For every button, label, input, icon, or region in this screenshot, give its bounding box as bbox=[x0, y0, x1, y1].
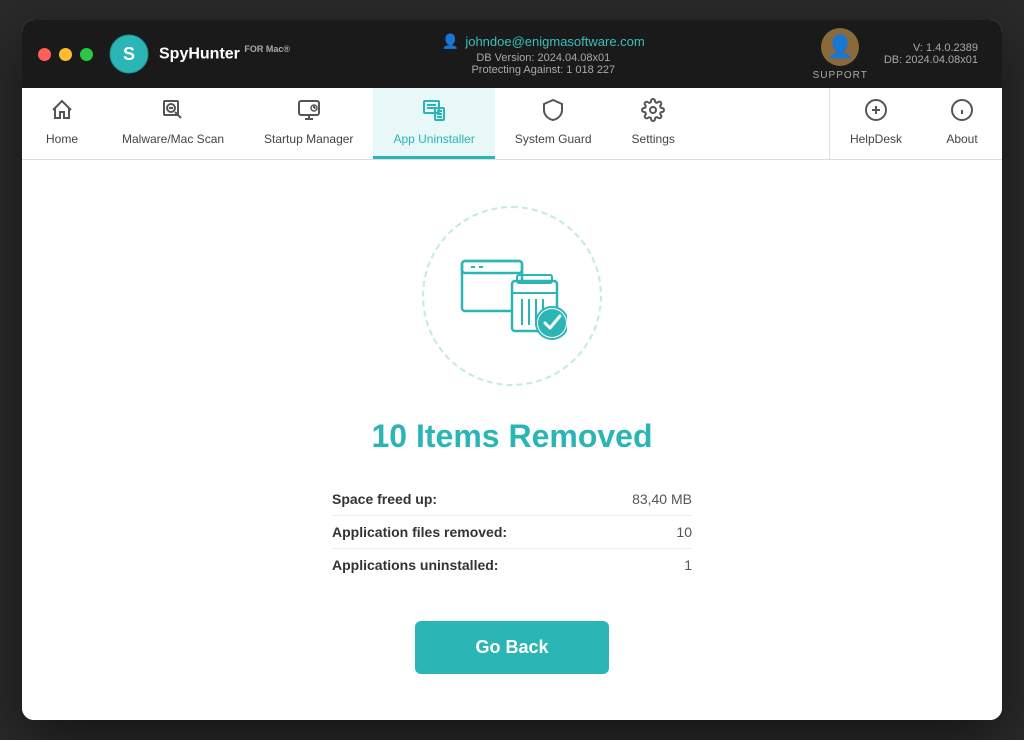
svg-text:S: S bbox=[123, 44, 135, 64]
stat-row-space: Space freed up: 83,40 MB bbox=[332, 483, 692, 516]
close-button[interactable] bbox=[38, 48, 51, 61]
nav-helpdesk-label: HelpDesk bbox=[850, 132, 902, 146]
scan-icon bbox=[161, 98, 185, 128]
nav-settings-label: Settings bbox=[632, 132, 675, 146]
db-info: DB Version: 2024.04.08x01 Protecting Aga… bbox=[471, 52, 615, 76]
nav-about-label: About bbox=[946, 132, 977, 146]
result-title: 10 Items Removed bbox=[371, 418, 652, 455]
settings-icon bbox=[641, 98, 665, 128]
stat-label-space: Space freed up: bbox=[332, 491, 437, 507]
navbar: Home Malware/Mac Scan bbox=[22, 88, 1002, 160]
version-info: V: 1.4.0.2389 DB: 2024.04.08x01 bbox=[884, 42, 986, 66]
minimize-button[interactable] bbox=[59, 48, 72, 61]
result-illustration bbox=[457, 251, 567, 341]
support-area[interactable]: 👤 SUPPORT bbox=[797, 28, 884, 81]
stat-row-files: Application files removed: 10 bbox=[332, 516, 692, 549]
nav-spacer bbox=[695, 88, 829, 159]
nav-app-uninstaller[interactable]: App Uninstaller bbox=[373, 88, 494, 159]
nav-startup-label: Startup Manager bbox=[264, 132, 353, 146]
logo-area: S SpyHunter FOR Mac® bbox=[109, 34, 290, 74]
nav-right: HelpDesk About bbox=[829, 88, 1002, 159]
logo-name: SpyHunter FOR Mac® bbox=[159, 44, 290, 63]
stat-label-files: Application files removed: bbox=[332, 524, 507, 540]
user-info: 👤 johndoe@enigmasoftware.com bbox=[442, 33, 645, 50]
stat-label-apps: Applications uninstalled: bbox=[332, 557, 498, 573]
titlebar: S SpyHunter FOR Mac® 👤 johndoe@enigmasof… bbox=[22, 20, 1002, 88]
nav-settings[interactable]: Settings bbox=[612, 88, 695, 159]
stat-value-apps: 1 bbox=[684, 557, 692, 573]
nav-about[interactable]: About bbox=[922, 88, 1002, 159]
nav-startup-manager[interactable]: Startup Manager bbox=[244, 88, 373, 159]
titlebar-center: 👤 johndoe@enigmasoftware.com DB Version:… bbox=[290, 33, 797, 76]
user-email: johndoe@enigmasoftware.com bbox=[465, 34, 644, 49]
nav-appuninstaller-label: App Uninstaller bbox=[393, 132, 474, 146]
support-label: SUPPORT bbox=[813, 70, 868, 81]
about-icon bbox=[950, 98, 974, 128]
nav-system-guard[interactable]: System Guard bbox=[495, 88, 612, 159]
nav-systemguard-label: System Guard bbox=[515, 132, 592, 146]
logo-icon: S bbox=[109, 34, 149, 74]
nav-home[interactable]: Home bbox=[22, 88, 102, 159]
uninstaller-icon bbox=[422, 98, 446, 128]
support-icon: 👤 bbox=[821, 28, 859, 66]
maximize-button[interactable] bbox=[80, 48, 93, 61]
startup-icon bbox=[297, 98, 321, 128]
stat-value-files: 10 bbox=[676, 524, 692, 540]
nav-helpdesk[interactable]: HelpDesk bbox=[830, 88, 922, 159]
user-icon: 👤 bbox=[442, 33, 459, 50]
app-window: S SpyHunter FOR Mac® 👤 johndoe@enigmasof… bbox=[22, 20, 1002, 720]
helpdesk-icon bbox=[864, 98, 888, 128]
stats-table: Space freed up: 83,40 MB Application fil… bbox=[332, 483, 692, 581]
stat-value-space: 83,40 MB bbox=[632, 491, 692, 507]
stat-row-apps: Applications uninstalled: 1 bbox=[332, 549, 692, 581]
nav-malware-label: Malware/Mac Scan bbox=[122, 132, 224, 146]
home-icon bbox=[50, 98, 74, 128]
nav-home-label: Home bbox=[46, 132, 78, 146]
main-content: 10 Items Removed Space freed up: 83,40 M… bbox=[22, 160, 1002, 720]
nav-malware-scan[interactable]: Malware/Mac Scan bbox=[102, 88, 244, 159]
result-icon-container bbox=[422, 206, 602, 386]
window-controls bbox=[38, 48, 93, 61]
go-back-button[interactable]: Go Back bbox=[415, 621, 608, 674]
shield-icon bbox=[541, 98, 565, 128]
